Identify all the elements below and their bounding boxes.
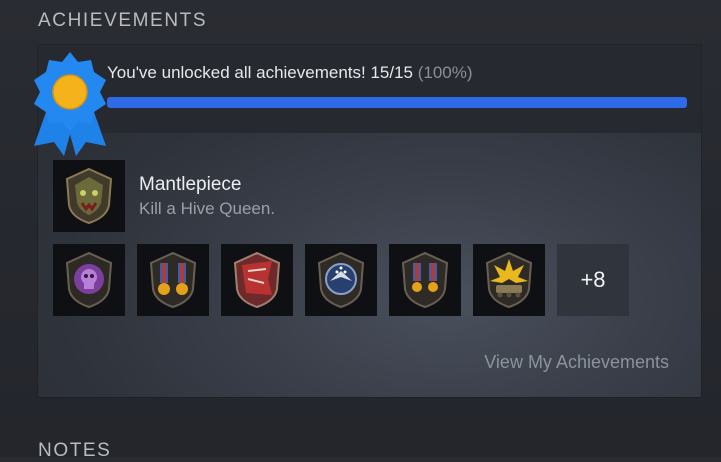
recent-achievement-description: Kill a Hive Queen.: [139, 199, 276, 218]
achievement-icon[interactable]: [221, 244, 293, 316]
view-my-achievements-link[interactable]: View My Achievements: [484, 352, 669, 373]
red-flag-icon: [233, 251, 281, 309]
achievement-summary-header: [38, 45, 701, 133]
achievement-icon[interactable]: [389, 244, 461, 316]
two-star-medal-bronze-icon: [401, 251, 449, 309]
more-achievements-button[interactable]: +8: [557, 244, 629, 316]
award-ribbon-icon: [34, 52, 106, 156]
achievement-progress-bar: [107, 97, 687, 108]
achievement-icon[interactable]: [305, 244, 377, 316]
achievements-panel: You've unlocked all achievements! 15/15 …: [34, 45, 701, 397]
notes-section-title: NOTES: [38, 440, 112, 461]
achievement-icon-row: +8: [53, 244, 629, 316]
explosion-tank-icon: [485, 251, 533, 309]
recent-achievement-name: Mantlepiece: [139, 174, 242, 195]
achievement-icon[interactable]: [137, 244, 209, 316]
achievement-icon[interactable]: [473, 244, 545, 316]
unlock-summary-text: You've unlocked all achievements! 15/15: [107, 63, 413, 82]
achievements-section-title: ACHIEVEMENTS: [38, 10, 208, 31]
recent-achievement-icon[interactable]: [53, 160, 125, 232]
bug-emblem-icon: [65, 167, 113, 225]
eagle-emblem-icon: [317, 251, 365, 309]
achievement-icon[interactable]: [53, 244, 125, 316]
unlock-summary: You've unlocked all achievements! 15/15 …: [107, 63, 473, 83]
purple-skull-gear-icon: [65, 251, 113, 309]
achievement-progress-fill: [107, 97, 687, 108]
two-star-medal-icon: [149, 251, 197, 309]
unlock-percent: (100%): [417, 63, 473, 82]
